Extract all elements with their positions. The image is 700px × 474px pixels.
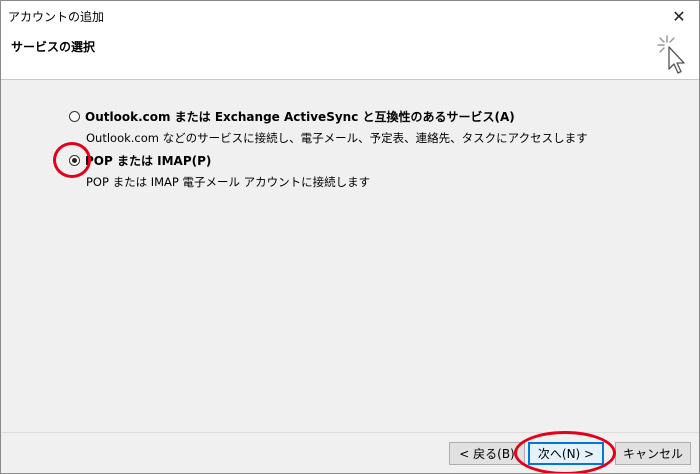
option-exchange-label: Outlook.com または Exchange ActiveSync と互換性…: [85, 109, 515, 124]
back-button[interactable]: < 戻る(B): [449, 442, 525, 465]
radio-pop-imap[interactable]: [69, 154, 80, 166]
option-pop-imap-description: POP または IMAP 電子メール アカウントに接続します: [86, 175, 371, 189]
next-button[interactable]: 次へ(N) >: [528, 442, 604, 465]
option-pop-imap-label: POP または IMAP(P): [85, 153, 212, 168]
window-title: アカウントの追加: [8, 10, 105, 24]
close-icon: ✕: [672, 6, 686, 26]
radio-exchange[interactable]: [69, 110, 80, 122]
add-account-dialog: アカウントの追加 ✕ サービスの選択 Outlook.com または Excha…: [0, 0, 700, 474]
page-heading: サービスの選択: [11, 40, 96, 54]
option-exchange-description: Outlook.com などのサービスに接続し、電子メール、予定表、連絡先、タス…: [86, 131, 588, 145]
cancel-button[interactable]: キャンセル: [615, 442, 691, 465]
title-bar: アカウントの追加 ✕: [1, 1, 699, 31]
close-button[interactable]: ✕: [659, 1, 699, 31]
dialog-header: サービスの選択: [1, 31, 699, 80]
dialog-footer: < 戻る(B) 次へ(N) > キャンセル: [1, 431, 699, 473]
option-pop-imap[interactable]: POP または IMAP(P) POP または IMAP 電子メール アカウント…: [69, 152, 370, 190]
wizard-cursor-icon: [657, 35, 685, 74]
service-options: Outlook.com または Exchange ActiveSync と互換性…: [1, 80, 699, 432]
option-exchange[interactable]: Outlook.com または Exchange ActiveSync と互換性…: [69, 108, 588, 146]
